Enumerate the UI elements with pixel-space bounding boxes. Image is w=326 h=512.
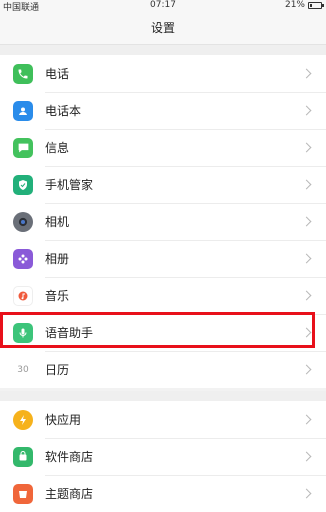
settings-item-music[interactable]: 音乐 [0,277,326,314]
calendar-icon: 30 [13,359,33,380]
contacts-icon [13,100,33,121]
chevron-right-icon [301,414,312,425]
settings-item-app-store[interactable]: 软件商店 [0,438,326,475]
settings-item-phone-manager[interactable]: 手机管家 [0,166,326,203]
quick-app-icon [13,409,33,430]
phone-icon [13,63,33,84]
chevron-right-icon [301,179,312,190]
calendar-icon-number: 30 [17,364,29,375]
voice-assistant-icon [13,322,33,343]
section-divider [0,45,326,55]
chevron-right-icon [301,253,312,264]
settings-item-label: 语音助手 [45,326,94,340]
settings-item-label: 信息 [45,141,70,155]
chevron-right-icon [301,451,312,462]
chevron-right-icon [301,327,312,338]
status-time: 07:17 [150,0,176,10]
settings-item-label: 快应用 [45,413,82,427]
settings-item-calendar[interactable]: 30 日历 [0,351,326,388]
settings-item-label: 主题商店 [45,487,94,501]
chevron-right-icon [301,290,312,301]
page-title: 设置 [0,12,326,45]
section-divider [0,391,326,401]
status-bar: 中国联通 07:17 21% [0,0,326,13]
settings-item-phone[interactable]: 电话 [0,55,326,92]
battery-icon [308,1,324,9]
chevron-right-icon [301,488,312,499]
theme-store-icon [13,483,33,504]
settings-item-label: 相册 [45,252,70,266]
settings-item-label: 电话本 [45,104,82,118]
settings-list-2: 快应用 软件商店 主题商店 [0,401,326,512]
settings-list-1: 电话 电话本 信息 手机管家 相机 相册 音乐 语音助手 30 日历 [0,55,326,388]
app-store-icon [13,446,33,467]
battery-percent: 21% [284,0,305,10]
shield-icon [13,174,33,195]
settings-item-label: 软件商店 [45,450,94,464]
settings-item-label: 日历 [45,363,70,377]
music-icon [13,285,33,306]
settings-item-gallery[interactable]: 相册 [0,240,326,277]
settings-item-messages[interactable]: 信息 [0,129,326,166]
settings-item-label: 电话 [45,67,70,81]
status-right: 21% [284,0,324,10]
chevron-right-icon [301,105,312,116]
settings-item-voice-assistant[interactable]: 语音助手 [0,314,326,351]
settings-item-contacts[interactable]: 电话本 [0,92,326,129]
chevron-right-icon [301,142,312,153]
settings-item-camera[interactable]: 相机 [0,203,326,240]
message-icon [13,137,33,158]
settings-item-theme-store[interactable]: 主题商店 [0,475,326,512]
chevron-right-icon [301,216,312,227]
gallery-icon [13,248,33,269]
chevron-right-icon [301,364,312,375]
settings-item-label: 相机 [45,215,70,229]
settings-item-label: 手机管家 [45,178,94,192]
settings-item-label: 音乐 [45,289,70,303]
settings-item-quick-app[interactable]: 快应用 [0,401,326,438]
chevron-right-icon [301,68,312,79]
camera-icon [13,211,33,232]
